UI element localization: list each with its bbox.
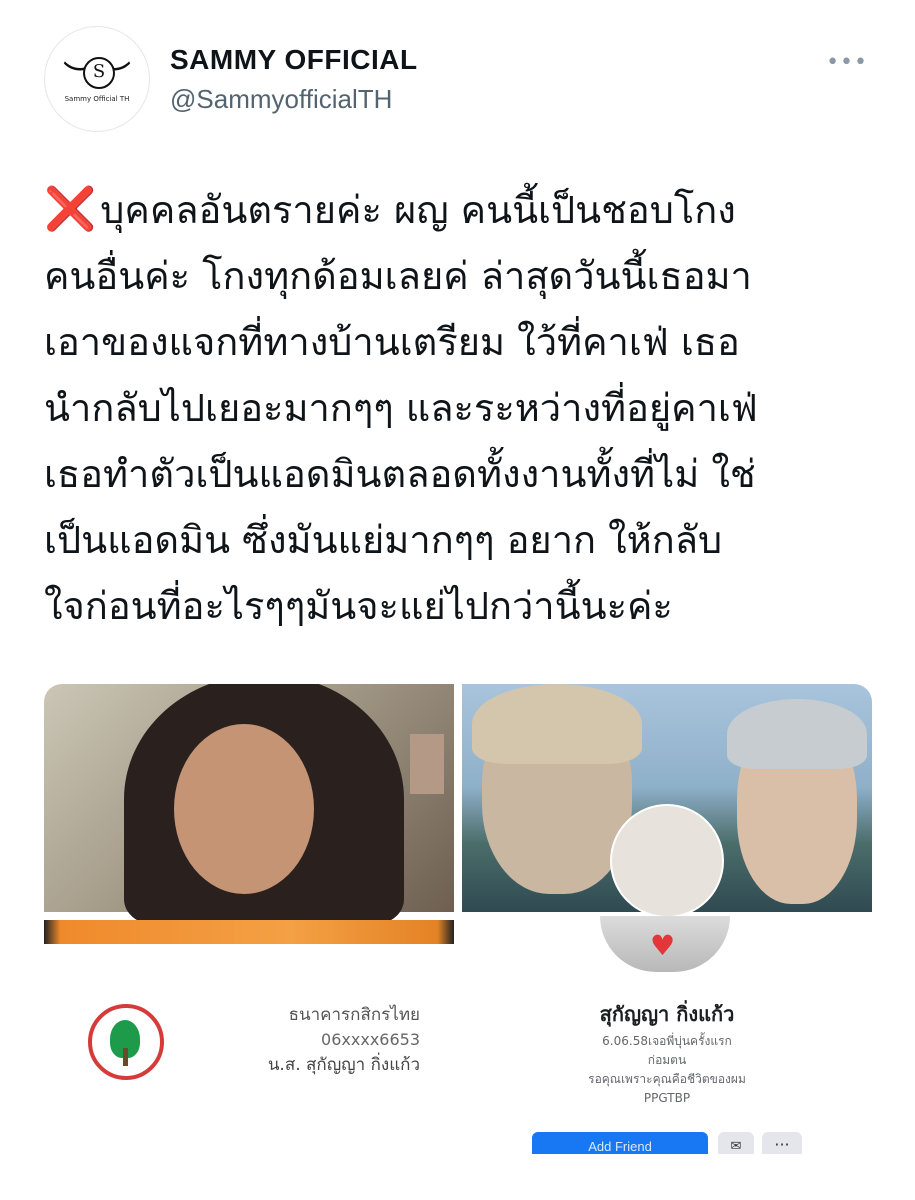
photo-inset-circle	[610, 804, 724, 918]
add-friend-button[interactable]: Add Friend	[532, 1132, 708, 1154]
photo-hair-right	[727, 699, 867, 769]
account-owner: น.ส. สุกัญญา กิ่งแก้ว	[267, 1055, 420, 1075]
media-photo-woman[interactable]	[44, 684, 454, 924]
orange-bar	[44, 920, 454, 944]
more-options-button[interactable]: •••	[826, 50, 868, 75]
profile-avatar: ♥	[600, 916, 730, 972]
tweet-header: ︶︶ S Sammy Official TH SAMMY OFFICIAL @S…	[44, 26, 874, 136]
profile-bio: 6.06.58เจอพี่บุ่นครั้งแรก ก่อมตน รอคุณเพ…	[462, 1032, 872, 1108]
author-handle[interactable]: @SammyofficialTH	[170, 84, 392, 115]
avatar-logo-letter: S	[83, 57, 115, 89]
author-display-name[interactable]: SAMMY OFFICIAL	[170, 44, 418, 76]
bank-account-info: ธนาคารกสิกรไทย 06xxxx6653 น.ส. สุกัญญา ก…	[268, 1002, 420, 1078]
tweet-line: คนอื่นค่ะ โกงทุกด้อมเลยค่ ล่าสุดวันนี้เธ…	[44, 254, 752, 298]
media-bank-screenshot[interactable]: ธนาคารกสิกรไทย 06xxxx6653 น.ส. สุกัญญา ก…	[44, 920, 454, 1154]
tweet-media-grid: ธนาคารกสิกรไทย 06xxxx6653 น.ส. สุกัญญา ก…	[44, 684, 872, 1154]
tweet-line: เป็นแอดมิน ซึ่งมันแย่มากๆๆ อยาก ให้กลับ	[44, 518, 723, 562]
messenger-icon[interactable]: ✉	[718, 1132, 754, 1154]
heart-icon: ♥	[650, 929, 676, 962]
tweet-line: ❌ บุคคลอันตรายค่ะ ผญ คนนี้เป็นชอบโกง	[44, 184, 736, 233]
profile-name: สุกัญญา กิ่งแก้ว	[599, 1002, 735, 1026]
bio-line: รอคุณเพราะคุณคือชีวิตของผม	[588, 1072, 746, 1086]
account-number: 06xxxx6653	[321, 1030, 420, 1049]
wall-poster	[410, 734, 444, 794]
x-mark-icon: ❌	[44, 184, 97, 233]
bank-name: ธนาคารกสิกรไทย	[288, 1005, 420, 1025]
tweet-line: ใจก่อนที่อะไรๆๆมันจะแย่ไปกว่านี้นะค่ะ	[44, 584, 673, 628]
bio-line: PPGTBP	[643, 1091, 691, 1105]
photo-hair-left	[472, 684, 642, 764]
bio-line: ก่อมตน	[647, 1053, 687, 1067]
tweet-line: เธอทำตัวเป็นแอดมินตลอดทั้งงานทั้งที่ไม่ …	[44, 452, 756, 496]
kasikorn-bank-logo-icon	[88, 1004, 164, 1080]
tweet-line: เอาของแจกที่ทางบ้านเตรียม ใว้ที่คาเฟ่ เธ…	[44, 320, 740, 364]
photo-face	[174, 724, 314, 894]
tweet-text: ❌ บุคคลอันตรายค่ะ ผญ คนนี้เป็นชอบโกง คนอื…	[44, 176, 884, 639]
avatar-logo-text: Sammy Official TH	[64, 95, 130, 103]
profile-more-button[interactable]: ···	[762, 1132, 802, 1154]
media-photo-two-men[interactable]	[462, 684, 872, 918]
bio-line: 6.06.58เจอพี่บุ่นครั้งแรก	[602, 1034, 732, 1048]
tweet-line: นำกลับไปเยอะมากๆๆ และระหว่างที่อยู่คาเฟ่	[44, 386, 758, 430]
media-profile-screenshot[interactable]: ♥ สุกัญญา กิ่งแก้ว 6.06.58เจอพี่บุ่นครั้…	[462, 916, 872, 1154]
stem-shape	[123, 1048, 128, 1066]
add-friend-label: Add Friend	[588, 1139, 652, 1154]
author-avatar[interactable]: ︶︶ S Sammy Official TH	[44, 26, 150, 132]
